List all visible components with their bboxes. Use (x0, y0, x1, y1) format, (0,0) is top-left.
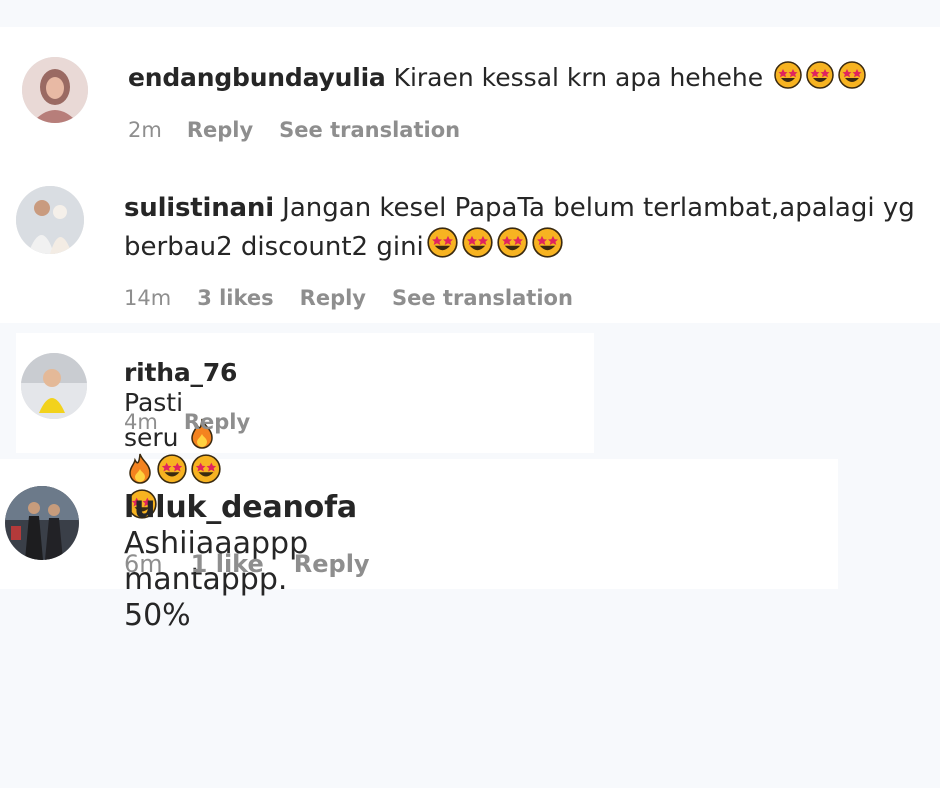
comment-body: endangbundayulia Kiraen kessal krn apa h… (128, 60, 918, 93)
avatar-photo-icon (16, 186, 84, 254)
star-struck-emoji-icon (426, 226, 459, 259)
avatar-photo-icon (21, 353, 87, 419)
comment-text-continued: berbau2 discount2 gini (124, 232, 424, 262)
avatar[interactable] (21, 353, 87, 419)
avatar[interactable] (22, 57, 88, 123)
comment-meta: 6m 1 like Reply (124, 550, 370, 578)
comment-meta: 2m Reply See translation (128, 118, 460, 142)
reply-button[interactable]: Reply (300, 286, 366, 310)
star-struck-emoji-icon (805, 60, 835, 90)
likes-count-button[interactable]: 3 likes (197, 286, 273, 310)
avatar[interactable] (16, 186, 84, 254)
comment-timestamp: 6m (124, 550, 163, 578)
comment-text: Kiraen kessal krn apa hehehe (393, 63, 764, 92)
reply-button[interactable]: Reply (184, 410, 250, 434)
comment-username[interactable]: endangbundayulia (128, 63, 386, 92)
comment-meta: 14m 3 likes Reply See translation (124, 286, 573, 310)
comment-meta: 4m Reply (124, 410, 250, 434)
reply-button[interactable]: Reply (187, 118, 253, 142)
star-struck-emoji-icon (773, 60, 803, 90)
comment-username[interactable]: ritha_76 (124, 358, 237, 387)
comment-username[interactable]: sulistinani (124, 193, 274, 223)
comment-timestamp: 2m (128, 118, 162, 142)
fire-emoji-icon (126, 453, 154, 485)
comment-timestamp: 14m (124, 286, 172, 310)
likes-count-button[interactable]: 1 like (191, 550, 264, 578)
avatar-photo-icon (5, 486, 79, 560)
star-struck-emoji-icon (531, 226, 564, 259)
emoji-group (424, 227, 564, 262)
avatar-photo-icon (22, 57, 88, 123)
star-struck-emoji-icon (837, 60, 867, 90)
avatar[interactable] (5, 486, 79, 560)
comment-username[interactable]: luluk_deanofa (124, 490, 357, 525)
see-translation-button[interactable]: See translation (279, 118, 460, 142)
comments-panel-middle (16, 333, 594, 453)
star-struck-emoji-icon (156, 453, 188, 485)
star-struck-emoji-icon (461, 226, 494, 259)
comment-text: Ashiiaaappp mantappp. 50% (124, 526, 309, 633)
comment-text: Jangan kesel PapaTa belum terlambat,apal… (282, 193, 915, 223)
reply-button[interactable]: Reply (294, 550, 370, 578)
emoji-group (771, 60, 867, 92)
comment-timestamp: 4m (124, 410, 158, 434)
see-translation-button[interactable]: See translation (392, 286, 573, 310)
star-struck-emoji-icon (496, 226, 529, 259)
comment-body: sulistinani Jangan kesel PapaTa belum te… (124, 190, 924, 265)
star-struck-emoji-icon (190, 453, 222, 485)
